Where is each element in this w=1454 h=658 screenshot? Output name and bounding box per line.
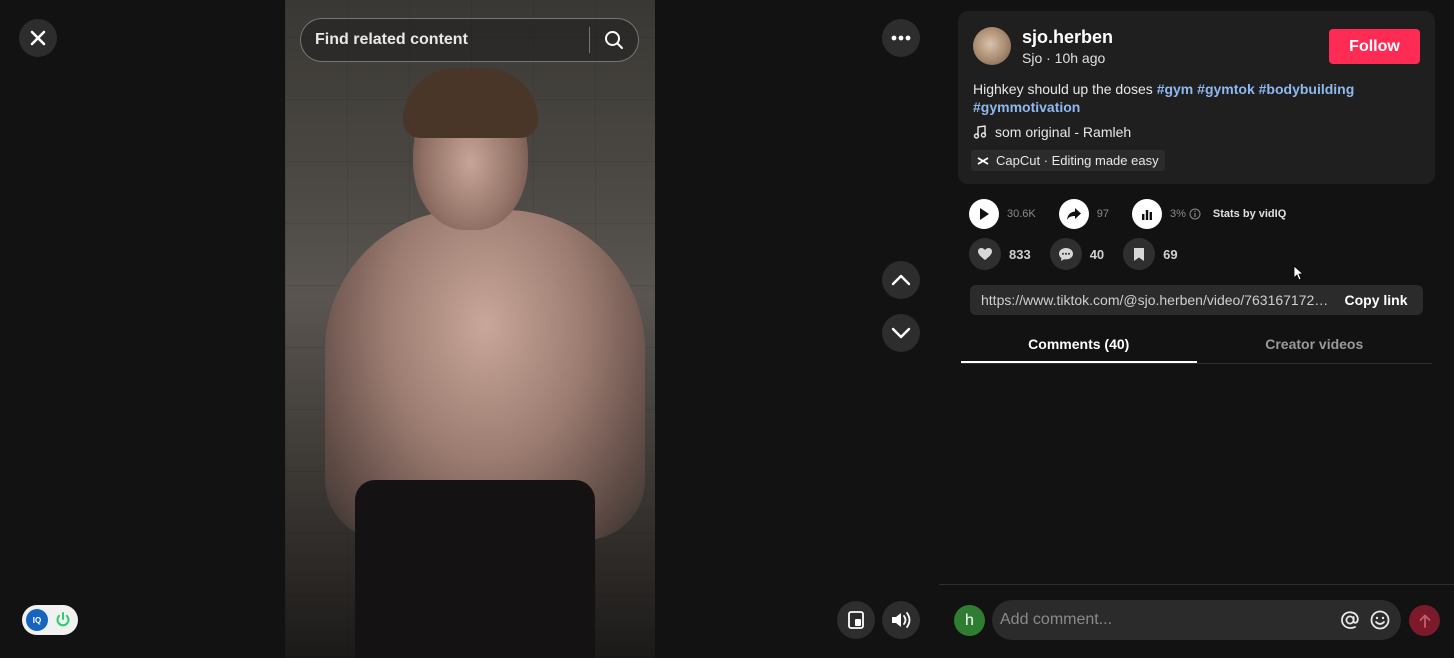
saves-count: 69 bbox=[1163, 246, 1178, 262]
post-comment-button[interactable] bbox=[1409, 605, 1440, 636]
mouse-cursor-icon bbox=[1293, 265, 1303, 281]
capcut-icon bbox=[977, 156, 989, 165]
share-link-bar: https://www.tiktok.com/@sjo.herben/video… bbox=[970, 285, 1423, 315]
search-input[interactable]: Find related content bbox=[301, 31, 589, 49]
likes-count: 833 bbox=[1009, 246, 1031, 262]
caption-text: Highkey should up the doses bbox=[973, 81, 1157, 97]
more-dots-icon bbox=[891, 35, 911, 41]
mention-button[interactable] bbox=[1335, 610, 1365, 630]
next-video-button[interactable] bbox=[882, 314, 920, 352]
shares-stat bbox=[1058, 199, 1089, 229]
music-link[interactable]: som original - Ramleh bbox=[973, 124, 1131, 140]
hashtag-link[interactable]: #gymtok bbox=[1197, 81, 1255, 97]
heart-icon bbox=[978, 248, 992, 260]
volume-button[interactable] bbox=[882, 601, 920, 639]
follow-button[interactable]: Follow bbox=[1329, 29, 1420, 64]
video-frame[interactable] bbox=[285, 0, 655, 658]
music-note-icon bbox=[973, 125, 987, 139]
comment-button[interactable] bbox=[1049, 238, 1082, 270]
search-icon bbox=[605, 31, 623, 49]
search-button[interactable] bbox=[590, 19, 638, 61]
shares-count: 97 bbox=[1096, 208, 1109, 220]
emoji-icon bbox=[1370, 610, 1390, 630]
views-stat bbox=[969, 199, 999, 229]
play-icon bbox=[980, 208, 989, 220]
more-options-button[interactable] bbox=[882, 19, 920, 57]
views-count: 30.6K bbox=[1007, 208, 1036, 220]
engagement-rate: 3% bbox=[1170, 208, 1186, 220]
extension-widget[interactable]: IQ bbox=[22, 605, 78, 635]
tab-creator-videos[interactable]: Creator videos bbox=[1197, 328, 1433, 363]
comments-count: 40 bbox=[1089, 246, 1105, 262]
comment-input[interactable]: Add comment... bbox=[992, 600, 1401, 640]
power-toggle[interactable] bbox=[52, 609, 74, 631]
chevron-up-icon bbox=[891, 274, 911, 286]
previous-video-button[interactable] bbox=[882, 261, 920, 299]
close-icon bbox=[30, 30, 46, 46]
creator-subline: Sjo · 10h ago bbox=[1022, 50, 1106, 66]
music-title: som original - Ramleh bbox=[995, 124, 1132, 140]
comment-placeholder[interactable]: Add comment... bbox=[992, 611, 1335, 629]
at-sign-icon bbox=[1341, 611, 1359, 629]
vidiq-logo-icon: IQ bbox=[26, 609, 48, 631]
post-caption: Highkey should up the doses #gym #gymtok… bbox=[973, 80, 1413, 116]
capcut-label: CapCut · Editing made easy bbox=[996, 153, 1159, 168]
share-icon bbox=[1066, 208, 1081, 220]
emoji-button[interactable] bbox=[1365, 610, 1395, 630]
floating-player-icon bbox=[848, 611, 864, 629]
like-button[interactable] bbox=[969, 238, 1001, 270]
volume-icon bbox=[892, 612, 911, 628]
panel-tabs: Comments (40) Creator videos bbox=[961, 328, 1432, 364]
floating-player-button[interactable] bbox=[837, 601, 875, 639]
save-button[interactable] bbox=[1123, 238, 1156, 270]
comment-icon bbox=[1058, 247, 1073, 261]
video-url[interactable]: https://www.tiktok.com/@sjo.herben/video… bbox=[970, 292, 1329, 308]
details-panel: sjo.herben Sjo · 10h ago Follow Highkey … bbox=[939, 0, 1454, 658]
vidiq-stats-row: 30.6K 97 3% Stats by vidIQ bbox=[969, 199, 1286, 229]
arrow-up-icon bbox=[1419, 614, 1430, 628]
engagement-stat bbox=[1132, 199, 1162, 229]
hashtag-link[interactable]: #gym bbox=[1157, 81, 1194, 97]
stats-attribution: Stats by vidIQ bbox=[1212, 208, 1287, 220]
bar-chart-icon bbox=[1142, 210, 1152, 220]
user-avatar: h bbox=[954, 605, 985, 636]
power-icon bbox=[56, 612, 70, 627]
info-icon[interactable] bbox=[1189, 208, 1201, 220]
video-stage: Find related content IQ bbox=[0, 0, 939, 658]
creator-username[interactable]: sjo.herben bbox=[1022, 27, 1113, 48]
copy-link-button[interactable]: Copy link bbox=[1329, 285, 1423, 315]
tab-comments[interactable]: Comments (40) bbox=[961, 328, 1197, 363]
capcut-link[interactable]: CapCut · Editing made easy bbox=[971, 150, 1165, 171]
avatar[interactable] bbox=[973, 27, 1011, 65]
hashtag-link[interactable]: #gymmotivation bbox=[973, 99, 1080, 115]
comment-composer: h Add comment... bbox=[939, 584, 1454, 658]
search-bar[interactable]: Find related content bbox=[300, 18, 639, 62]
bookmark-icon bbox=[1134, 247, 1145, 261]
hashtag-link[interactable]: #bodybuilding bbox=[1259, 81, 1355, 97]
chevron-down-icon bbox=[891, 327, 911, 339]
post-info-card: sjo.herben Sjo · 10h ago Follow Highkey … bbox=[958, 11, 1435, 184]
engagement-actions: 833 40 69 bbox=[969, 238, 1178, 270]
close-button[interactable] bbox=[19, 19, 57, 57]
